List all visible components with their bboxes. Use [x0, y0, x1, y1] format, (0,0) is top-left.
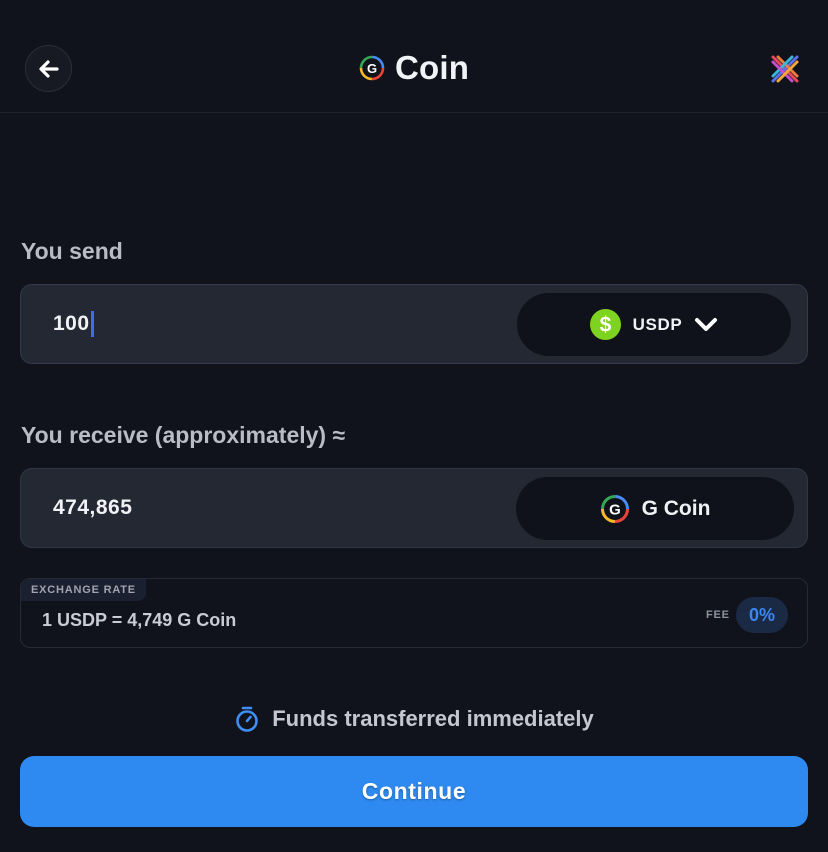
- send-token-name: USDP: [632, 314, 683, 334]
- svg-text:G: G: [609, 501, 621, 518]
- g-coin-icon: G: [359, 55, 385, 81]
- exchange-rate-value: 1 USDP = 4,749 G Coin: [42, 610, 237, 630]
- receive-card: 474,865 G G Coin: [20, 468, 808, 548]
- receive-token-select[interactable]: G G Coin: [516, 477, 794, 540]
- send-label: You send: [21, 238, 123, 264]
- svg-text:G: G: [367, 61, 377, 76]
- receive-label: You receive (approximately) ≈: [21, 422, 346, 448]
- g-coin-icon: G: [600, 494, 629, 523]
- fee-label: FEE: [706, 609, 730, 621]
- continue-label: Continue: [361, 778, 467, 804]
- exchange-rate-box: EXCHANGE RATE 1 USDP = 4,749 G Coin FEE …: [20, 578, 808, 648]
- brand-logo[interactable]: [766, 50, 804, 88]
- receive-amount-value: 474,865: [53, 496, 133, 519]
- fee-badge: 0%: [736, 597, 788, 633]
- swap-screen: G Coin You send 100 $ USDP You receive (…: [0, 0, 828, 852]
- exchange-rate-label: EXCHANGE RATE: [21, 579, 146, 601]
- receive-token-name: G Coin: [641, 496, 711, 520]
- send-amount-input[interactable]: 100: [53, 285, 94, 363]
- cross-logo-icon: [771, 55, 799, 83]
- receive-amount-output: 474,865: [53, 469, 132, 547]
- header: G Coin: [0, 0, 828, 113]
- transfer-info-text: Funds transferred immediately: [272, 706, 594, 731]
- stopwatch-icon: [236, 706, 259, 732]
- svg-text:$: $: [599, 314, 611, 337]
- dollar-coin-icon: $: [589, 309, 621, 340]
- send-amount-value: 100: [53, 312, 90, 335]
- transfer-info: Funds transferred immediately: [0, 702, 828, 736]
- chevron-down-icon: [695, 317, 718, 331]
- send-token-select[interactable]: $ USDP: [517, 293, 791, 356]
- page-title: G Coin: [0, 48, 828, 88]
- continue-button[interactable]: Continue: [20, 756, 808, 827]
- title-text: Coin: [394, 49, 470, 86]
- send-card: 100 $ USDP: [20, 284, 808, 364]
- text-caret: [90, 311, 94, 337]
